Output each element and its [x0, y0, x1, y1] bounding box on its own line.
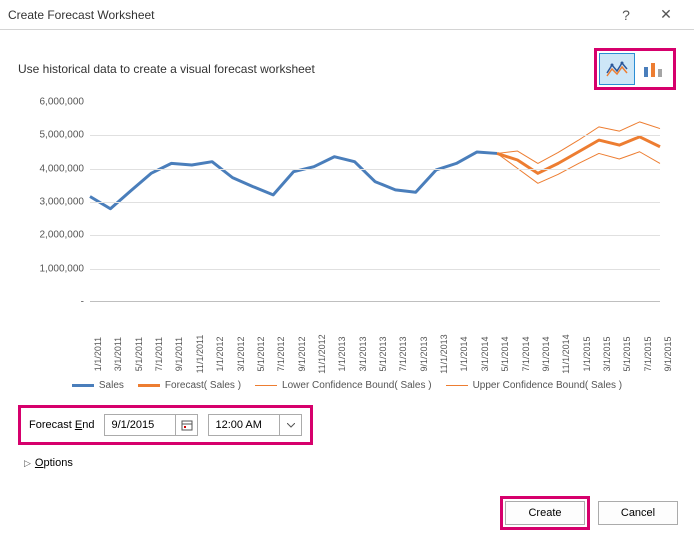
- line-chart-icon: [605, 59, 629, 79]
- x-tick-label: 5/1/2014: [500, 336, 510, 371]
- x-tick-label: 11/1/2013: [439, 334, 449, 373]
- x-tick-label: 9/1/2012: [297, 336, 307, 371]
- x-tick-label: 7/1/2013: [398, 336, 408, 371]
- series-upper-confidence-bound-sales-: [497, 122, 660, 163]
- legend-label: Upper Confidence Bound( Sales ): [473, 380, 623, 391]
- x-tick-label: 5/1/2015: [622, 336, 632, 371]
- legend-item: Lower Confidence Bound( Sales ): [255, 380, 432, 391]
- calendar-icon[interactable]: [175, 415, 197, 435]
- legend-label: Forecast( Sales ): [165, 380, 241, 391]
- y-tick-label: 1,000,000: [40, 263, 85, 274]
- legend-label: Lower Confidence Bound( Sales ): [282, 380, 432, 391]
- y-tick-label: 6,000,000: [40, 97, 85, 108]
- x-tick-label: 5/1/2011: [134, 337, 144, 371]
- column-chart-button[interactable]: [635, 53, 671, 85]
- dialog-buttons: Create Cancel: [500, 496, 678, 530]
- forecast-chart: - 1,000,000 2,000,000 3,000,000 4,000,000 5,0…: [18, 98, 664, 378]
- x-tick-label: 11/1/2011: [195, 335, 205, 374]
- x-tick-label: 1/1/2011: [93, 337, 103, 371]
- series-lower-confidence-bound-sales-: [497, 152, 660, 184]
- y-tick-label: -: [81, 297, 84, 308]
- forecast-end-date-input[interactable]: [104, 414, 198, 436]
- options-expander[interactable]: ▷ Options: [18, 457, 676, 469]
- chevron-down-icon[interactable]: [279, 415, 301, 435]
- x-tick-label: 3/1/2015: [602, 336, 612, 371]
- chart-legend: Sales Forecast( Sales ) Lower Confidence B…: [18, 380, 676, 391]
- forecast-end-date-field[interactable]: [105, 415, 175, 435]
- x-tick-label: 5/1/2013: [378, 336, 388, 371]
- x-tick-label: 9/1/2011: [174, 337, 184, 371]
- help-button[interactable]: ?: [606, 0, 646, 30]
- legend-item: Forecast( Sales ): [138, 380, 241, 391]
- dialog-content: Use historical data to create a visual f…: [0, 30, 694, 469]
- x-tick-label: 9/1/2015: [663, 336, 673, 371]
- legend-swatch: [255, 385, 277, 386]
- y-tick-label: 4,000,000: [40, 163, 85, 174]
- y-tick-label: 5,000,000: [40, 130, 85, 141]
- chart-type-selector: [594, 48, 676, 90]
- x-tick-label: 3/1/2013: [358, 336, 368, 371]
- x-tick-label: 1/1/2012: [215, 336, 225, 371]
- forecast-end-controls: Forecast End: [18, 405, 313, 445]
- expand-arrow-icon: ▷: [24, 458, 31, 469]
- line-chart-button[interactable]: [599, 53, 635, 85]
- forecast-end-time-input[interactable]: [208, 414, 302, 436]
- titlebar: Create Forecast Worksheet ? ✕: [0, 0, 694, 30]
- cancel-button[interactable]: Cancel: [598, 501, 678, 525]
- dialog-subtitle: Use historical data to create a visual f…: [18, 62, 594, 76]
- x-tick-label: 3/1/2011: [113, 337, 123, 371]
- x-tick-label: 3/1/2014: [480, 336, 490, 371]
- x-tick-label: 11/1/2014: [561, 334, 571, 373]
- legend-item: Sales: [72, 380, 124, 391]
- x-tick-label: 7/1/2012: [276, 336, 286, 371]
- legend-swatch: [138, 384, 160, 387]
- x-tick-label: 9/1/2014: [541, 336, 551, 371]
- x-tick-label: 1/1/2014: [459, 336, 469, 371]
- x-tick-label: 9/1/2013: [419, 336, 429, 371]
- x-tick-label: 7/1/2014: [521, 336, 531, 371]
- x-tick-label: 7/1/2015: [643, 336, 653, 371]
- legend-item: Upper Confidence Bound( Sales ): [446, 380, 623, 391]
- y-tick-label: 2,000,000: [40, 230, 85, 241]
- x-tick-label: 5/1/2012: [256, 336, 266, 371]
- series-sales: [90, 152, 497, 209]
- column-chart-icon: [641, 59, 665, 79]
- x-tick-label: 11/1/2012: [317, 334, 327, 373]
- x-tick-label: 1/1/2013: [337, 336, 347, 371]
- legend-label: Sales: [99, 380, 124, 391]
- close-button[interactable]: ✕: [646, 0, 686, 30]
- forecast-end-time-field[interactable]: [209, 415, 279, 435]
- legend-swatch: [72, 384, 94, 387]
- forecast-end-label: Forecast End: [29, 419, 94, 431]
- x-tick-label: 3/1/2012: [236, 336, 246, 371]
- window-title: Create Forecast Worksheet: [8, 8, 606, 22]
- x-tick-label: 7/1/2011: [154, 337, 164, 371]
- x-tick-label: 1/1/2015: [582, 336, 592, 371]
- create-button[interactable]: Create: [505, 501, 585, 525]
- legend-swatch: [446, 385, 468, 386]
- y-tick-label: 3,000,000: [40, 197, 85, 208]
